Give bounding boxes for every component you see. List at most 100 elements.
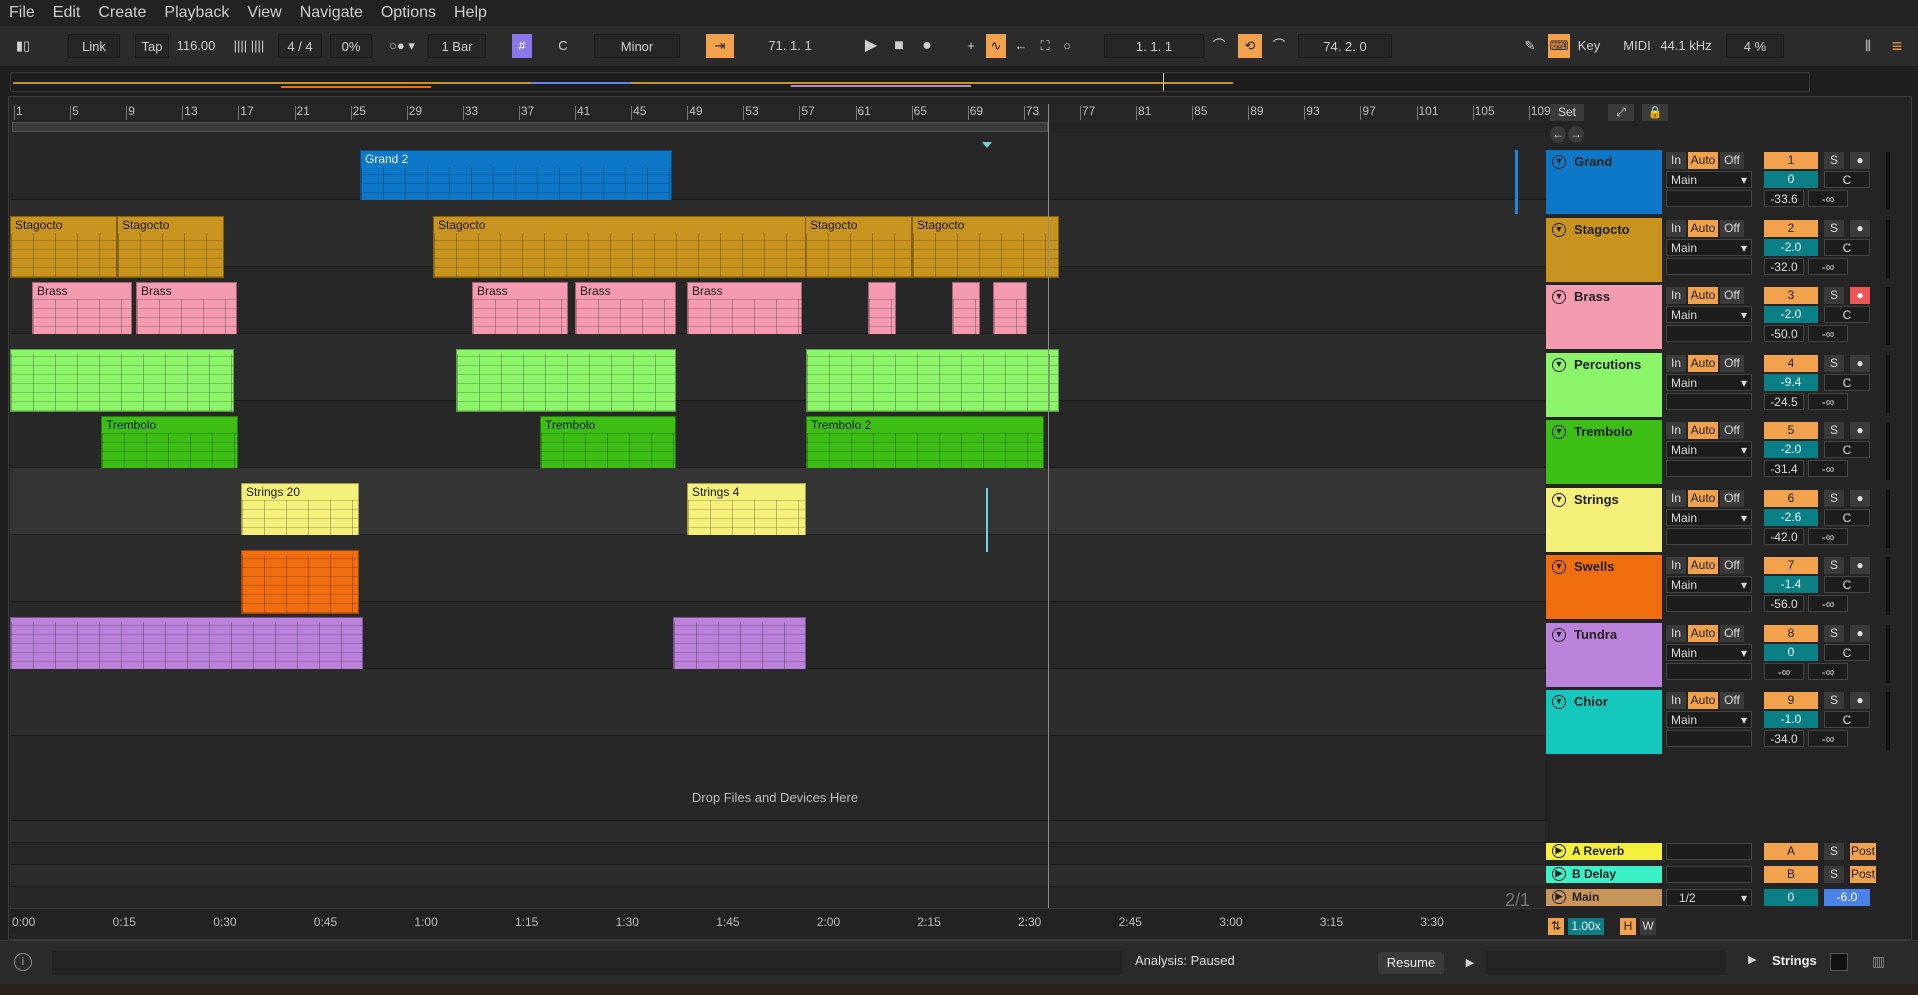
input-routing-select[interactable]: Main ▾ [1666, 711, 1752, 728]
pan-field[interactable]: C [1824, 576, 1870, 593]
main-volume-field[interactable]: -6.0 [1824, 889, 1870, 906]
track-name[interactable]: ▼ Strings [1546, 487, 1662, 552]
solo-button[interactable]: S [1824, 152, 1844, 169]
loop-brace[interactable] [12, 122, 1048, 132]
track-header-percutions[interactable]: ▼ Percutions In Auto Off Main ▾ 4 S ● -9.… [1546, 352, 1908, 420]
volume-field[interactable]: 0 [1764, 171, 1818, 188]
monitor-off-button[interactable]: Off [1720, 152, 1744, 169]
lane-strings[interactable]: Strings 20 Strings 4 [10, 468, 1545, 547]
metronome-bars-icon[interactable]: |||| |||| [228, 34, 270, 58]
solo-button[interactable]: S [1824, 287, 1844, 304]
expand-icon[interactable]: ⤢ [1608, 104, 1634, 121]
menu-view[interactable]: View [238, 4, 290, 22]
time-ruler[interactable]: 0:00 0:15 0:30 0:45 1:00 1:15 1:30 1:45 2:00 2:15… [10, 908, 1545, 934]
pan-field[interactable]: C [1824, 373, 1870, 391]
track-header-grand[interactable]: ▼ Grand In Auto Off Main ▾ 1 S ● 0 C -33.… [1546, 150, 1908, 217]
lane-grand[interactable]: Grand 2 [10, 133, 1545, 212]
output-routing-field[interactable] [1666, 392, 1752, 410]
volume-field[interactable]: -1.0 [1764, 711, 1818, 728]
monitor-auto-button[interactable]: Auto [1688, 489, 1718, 507]
monitor-auto-button[interactable]: Auto [1688, 422, 1718, 439]
draw-mode-icon[interactable]: ✎ [1520, 34, 1540, 58]
post-button[interactable]: Post [1850, 843, 1876, 860]
solo-button[interactable]: S [1824, 624, 1844, 642]
time-signature-field[interactable]: 4 / 4 [278, 34, 322, 58]
track-activator[interactable]: 4 [1764, 354, 1818, 372]
return-activator[interactable]: B [1764, 866, 1818, 883]
monitor-in-button[interactable]: In [1666, 624, 1686, 642]
monitor-in-button[interactable]: In [1666, 557, 1686, 574]
track-view-icon[interactable] [1830, 953, 1848, 971]
monitor-off-button[interactable]: Off [1720, 692, 1744, 709]
menu-help[interactable]: Help [445, 4, 496, 22]
solo-button[interactable]: S [1824, 422, 1844, 439]
lane-return-a[interactable] [10, 821, 1545, 843]
output-routing-field[interactable] [1666, 257, 1752, 275]
track-header-chior[interactable]: ▼ Chior In Auto Off Main ▾ 9 S ● -1.0 C -… [1546, 690, 1908, 757]
lane-swells[interactable] [10, 535, 1545, 614]
pan-field[interactable]: C [1824, 643, 1870, 661]
expand-icon[interactable]: ▶ [1748, 953, 1756, 966]
nav-right-icon[interactable]: → [1568, 126, 1584, 143]
track-header-swells[interactable]: ▼ Swells In Auto Off Main ▾ 7 S ● -1.4 C … [1546, 555, 1908, 622]
punch-in-icon[interactable]: ⌒ [1208, 34, 1230, 58]
monitor-auto-button[interactable]: Auto [1688, 219, 1718, 237]
link-button[interactable]: Link [68, 34, 120, 58]
monitor-off-button[interactable]: Off [1720, 624, 1744, 642]
monitor-in-button[interactable]: In [1666, 692, 1686, 709]
track-activator[interactable]: 9 [1764, 692, 1818, 709]
nav-left-icon[interactable]: ← [1550, 126, 1566, 143]
track-header-strings[interactable]: ▼ Strings In Auto Off Main ▾ 6 S ● -2.6 C… [1546, 487, 1908, 555]
lane-stagocto[interactable]: Stagocto Stagocto Stagocto Stagocto Stag… [10, 200, 1545, 278]
track-fold-icon[interactable]: ▼ [1552, 357, 1566, 372]
set-button[interactable]: Set [1550, 104, 1584, 121]
lane-return-b[interactable] [10, 843, 1545, 865]
arm-icon[interactable]: ● [1850, 354, 1870, 372]
lane-tundra[interactable] [10, 602, 1545, 681]
automation-arm-icon[interactable]: ∿ [986, 34, 1006, 58]
track-fold-icon[interactable]: ▼ [1552, 492, 1566, 507]
input-routing-select[interactable]: Main ▾ [1666, 508, 1752, 526]
monitor-auto-button[interactable]: Auto [1688, 287, 1718, 304]
tempo-field[interactable]: 116.00 [172, 34, 220, 58]
pan-field[interactable]: C [1824, 306, 1870, 323]
menu-edit[interactable]: Edit [44, 4, 90, 22]
capture-icon[interactable]: ⛶ [1036, 34, 1054, 58]
return-activator[interactable]: 0 [1764, 889, 1818, 906]
lock-icon[interactable]: 🔒 [1642, 104, 1668, 121]
lane-brass[interactable]: Brass Brass Brass Brass Brass [10, 267, 1545, 346]
lane-trembolo[interactable]: Trembolo Trembolo Trembolo 2 [10, 401, 1545, 480]
output-routing-field[interactable] [1666, 325, 1752, 342]
lane-chior[interactable] [10, 669, 1545, 736]
return-fold-icon[interactable]: ▶ [1552, 890, 1566, 904]
track-fold-icon[interactable]: ▼ [1552, 290, 1566, 304]
output-routing-field[interactable] [1666, 595, 1752, 612]
solo-button[interactable]: S [1824, 489, 1844, 507]
output-routing-field[interactable] [1666, 730, 1752, 747]
return-name[interactable]: ▶ B Delay [1546, 866, 1662, 883]
return-name[interactable]: ▶ A Reverb [1546, 843, 1662, 860]
track-name[interactable]: ▼ Tundra [1546, 622, 1662, 687]
menu-navigate[interactable]: Navigate [291, 4, 372, 22]
track-activator[interactable]: 5 [1764, 422, 1818, 439]
session-record-icon[interactable]: ○ [1058, 34, 1076, 58]
drop-zone[interactable] [10, 736, 1545, 821]
arm-icon[interactable]: ● [1850, 152, 1870, 169]
quantize-select[interactable]: 1 Bar [428, 34, 486, 58]
volume-field[interactable]: -2.0 [1764, 441, 1818, 458]
return-routing[interactable] [1666, 843, 1752, 860]
key-root-select[interactable]: C [538, 34, 588, 58]
play-icon[interactable]: ▶ [1460, 952, 1480, 974]
groove-field[interactable]: 0% [330, 34, 372, 58]
input-routing-select[interactable]: Main ▾ [1666, 306, 1752, 323]
input-routing-select[interactable]: Main ▾ [1666, 373, 1752, 391]
menu-playback[interactable]: Playback [155, 4, 238, 22]
track-activator[interactable]: 2 [1764, 219, 1818, 237]
track-fold-icon[interactable]: ▼ [1552, 627, 1566, 642]
scale-mode-icon[interactable]: # [512, 34, 532, 58]
return-fold-icon[interactable]: ▶ [1552, 867, 1566, 881]
arm-icon[interactable]: ● [1850, 422, 1870, 439]
arm-icon[interactable]: ● [1850, 624, 1870, 642]
monitor-in-button[interactable]: In [1666, 219, 1686, 237]
hamburger-menu-icon[interactable]: ≡ [1886, 34, 1908, 58]
